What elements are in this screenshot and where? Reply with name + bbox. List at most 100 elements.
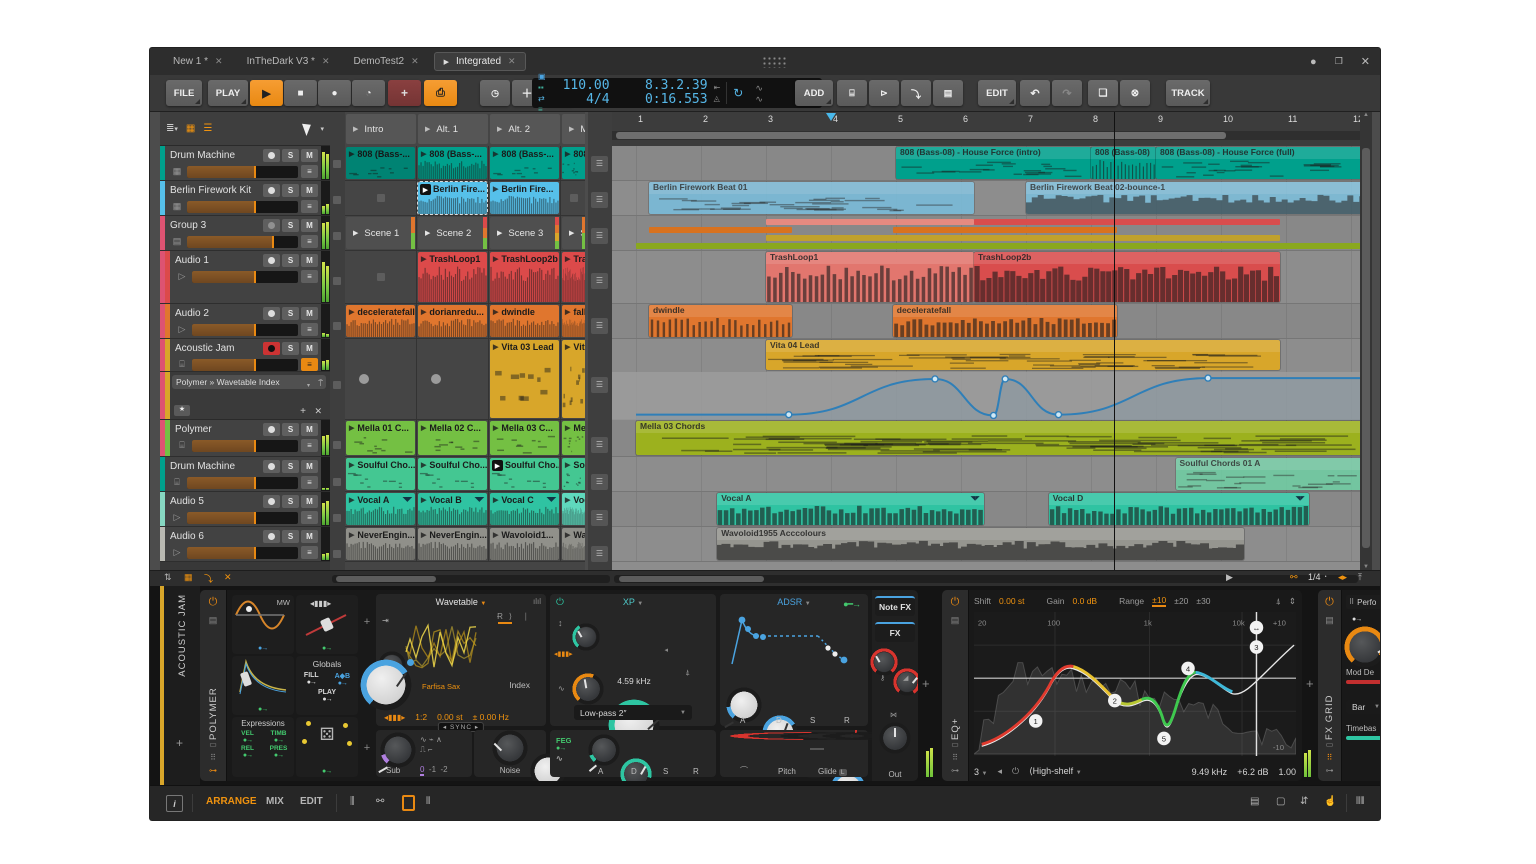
arranger-lane-audio-5[interactable]: Vocal A◥◤Vocal D◥◤ bbox=[612, 492, 1360, 527]
clip-slot[interactable]: ▶Mella 03 C... bbox=[489, 420, 561, 456]
volume-fader[interactable] bbox=[192, 359, 298, 371]
project-tab-integrated[interactable]: ▶Integrated✕ bbox=[434, 52, 526, 71]
info-button[interactable]: i bbox=[166, 795, 183, 812]
device-mod-icon[interactable]: ⊶ bbox=[209, 766, 217, 775]
scene-options-button[interactable]: ☰ bbox=[591, 437, 608, 453]
clip-slot[interactable]: Soulful Cho...▶ bbox=[489, 457, 561, 491]
group-scene-cell[interactable]: ▶Scene 3 bbox=[490, 217, 559, 249]
device-name[interactable]: POLYMER bbox=[208, 634, 219, 740]
groove-icons[interactable]: ∿∿ bbox=[749, 84, 769, 103]
device-grid-icon[interactable]: ⠿ bbox=[952, 753, 958, 762]
follow-playhead-icon[interactable]: ▶ bbox=[1226, 572, 1233, 583]
track-height-icon[interactable]: ⇅ bbox=[164, 572, 172, 583]
launcher-clip[interactable]: ▶Berlin Fire... bbox=[490, 182, 559, 214]
track-header-audio-6[interactable]: Audio 6SM▷≡ bbox=[160, 527, 330, 562]
tab-arrange[interactable]: ARRANGE bbox=[206, 796, 257, 807]
mute-button[interactable]: M bbox=[301, 423, 318, 436]
feg-a-knob[interactable] bbox=[592, 738, 616, 762]
track-stop-button[interactable] bbox=[333, 196, 341, 204]
grid-view-icon[interactable]: ▦ bbox=[186, 123, 195, 134]
filter-type-label[interactable]: XP bbox=[623, 597, 635, 607]
timebase-select[interactable]: Bar▼ bbox=[1346, 700, 1380, 714]
solo-button[interactable]: S bbox=[282, 254, 299, 267]
launcher-clip[interactable]: ▶Wavo bbox=[562, 528, 585, 560]
mute-button[interactable]: M bbox=[301, 254, 318, 267]
volume-fader[interactable] bbox=[187, 166, 298, 178]
arranger-clip-vocal-d[interactable]: Vocal D◥◤ bbox=[1049, 493, 1309, 525]
mod-arrow-icon[interactable]: ●→ bbox=[232, 737, 263, 744]
solo-button[interactable]: S bbox=[282, 342, 299, 355]
clip-slot[interactable]: Berlin Fire...▶ bbox=[417, 181, 489, 215]
automation-write-button[interactable]: ◷ bbox=[480, 80, 510, 106]
clip-slot[interactable]: ▶808 (Bass-... bbox=[489, 146, 561, 180]
launcher-clip[interactable]: ▶808 (Bass-... bbox=[418, 147, 487, 179]
volume-fader[interactable] bbox=[187, 201, 298, 213]
scene-options-button[interactable]: ☰ bbox=[591, 228, 608, 244]
solo-button[interactable]: S bbox=[282, 495, 299, 508]
arranger-clip-trashloop1[interactable]: TrashLoop1 bbox=[766, 252, 974, 302]
launcher-clip[interactable]: ▶NeverEngin... bbox=[418, 528, 487, 560]
solo-button[interactable]: S bbox=[282, 307, 299, 320]
scene-play-icon[interactable]: ▶ bbox=[569, 229, 574, 237]
mod-expressions-cell[interactable]: Expressions VEL●→ TIMB●→ REL●→ PRES●→ bbox=[232, 717, 294, 777]
clip-slot[interactable]: ▶TrashLoop1 bbox=[417, 251, 489, 303]
device-preset-icon[interactable]: ▤ bbox=[951, 615, 960, 626]
arranger-clip-808-bass-08-house-force-full-[interactable]: 808 (Bass-08) - House Force (full) bbox=[1156, 147, 1360, 179]
device-name[interactable]: FX GRID bbox=[1324, 634, 1335, 740]
arranger-lane-audio-1[interactable]: TrashLoop1TrashLoop2b bbox=[612, 251, 1360, 304]
slot-record-button[interactable] bbox=[431, 374, 441, 384]
inspector-panel-icon[interactable]: ▢ bbox=[1276, 796, 1285, 807]
scene-options-button[interactable]: ☰ bbox=[591, 546, 608, 562]
launcher-clip[interactable]: ▶Trash bbox=[562, 252, 585, 302]
mod-arrow-icon[interactable]: ●━→ bbox=[843, 599, 860, 610]
zoom-fit-icon[interactable]: ⤒ bbox=[1358, 572, 1362, 583]
arranger-zoom-strip[interactable] bbox=[612, 131, 1360, 140]
device-grid-icon[interactable]: ⠿ bbox=[1327, 753, 1333, 762]
arranger-lane-polymer[interactable]: Mella 03 Chords bbox=[612, 420, 1360, 457]
track-stop-button[interactable] bbox=[333, 381, 341, 389]
tab-close-icon[interactable]: ✕ bbox=[508, 56, 516, 67]
clip-slot[interactable]: ▶Vita 03 Lead bbox=[489, 339, 561, 419]
spectrum-icon[interactable]: ılıl bbox=[533, 597, 541, 606]
record-arm-button[interactable] bbox=[263, 149, 280, 162]
mod-arrow-icon[interactable]: ●→ bbox=[258, 645, 267, 652]
arranger-clip-dwindle[interactable]: dwindle bbox=[649, 305, 792, 337]
volume-fader[interactable] bbox=[187, 477, 298, 489]
range-20[interactable]: ±20 bbox=[1174, 596, 1188, 606]
track-header-polymer[interactable]: PolymerSM⌸≡ bbox=[160, 420, 330, 457]
play-start-marker[interactable] bbox=[826, 113, 836, 121]
launcher-clip[interactable]: ▶NeverEngin... bbox=[346, 528, 415, 560]
mod-depth-knob[interactable] bbox=[1348, 630, 1380, 664]
launcher-clip[interactable]: ▶deceleratefall bbox=[346, 305, 415, 337]
solo-button[interactable]: S bbox=[282, 184, 299, 197]
volume-fader[interactable] bbox=[187, 512, 298, 524]
mod-random-cell[interactable]: ⚄ ●→ bbox=[296, 717, 358, 777]
solo-button[interactable]: S bbox=[282, 149, 299, 162]
punch-record-button[interactable]: ⎙ bbox=[424, 80, 457, 106]
launcher-clip[interactable]: ▶fallon bbox=[562, 305, 585, 337]
arranger-clip-wavoloid1955-acccolours[interactable]: Wavoloid1955 Acccolours bbox=[717, 528, 1244, 560]
record-button[interactable]: ● bbox=[318, 80, 351, 106]
tool-dropdown-icon[interactable]: ▾ bbox=[320, 125, 324, 133]
scene-options-button[interactable]: ☰ bbox=[591, 377, 608, 393]
launcher-clip[interactable]: ▶Soulful Cho... bbox=[418, 458, 487, 490]
follow-link-icon[interactable]: ⚯ bbox=[376, 796, 384, 807]
tap-tempo-button[interactable]: ◔ bbox=[352, 80, 385, 106]
mod-keytrack-cell[interactable]: ◂▮▮▮▸ ●→ bbox=[296, 595, 358, 654]
arranger-lane-audio-2[interactable]: dwindledeceleratefall bbox=[612, 304, 1360, 339]
solo-button[interactable]: S bbox=[282, 460, 299, 473]
scene-options-button[interactable]: ☰ bbox=[591, 273, 608, 289]
scene-header-intro[interactable]: ▶Intro bbox=[346, 114, 416, 144]
filter-spread-icon[interactable]: ↕ bbox=[558, 618, 563, 628]
add-menu-button[interactable]: ADD bbox=[795, 80, 833, 106]
arranger-lane-acoustic-jam[interactable]: Vita 04 Lead bbox=[612, 339, 1360, 420]
group-scene-cell[interactable]: ▶Scen bbox=[562, 217, 585, 249]
scene-header-alt-2[interactable]: ▶Alt. 2 bbox=[490, 114, 560, 144]
env-a-knob[interactable] bbox=[730, 691, 758, 719]
range-30[interactable]: ±30 bbox=[1196, 596, 1210, 606]
launcher-hscrollbar[interactable] bbox=[332, 575, 610, 583]
index-mode-icons[interactable]: Ɍ⟩⎹ bbox=[497, 612, 532, 622]
launcher-clip[interactable]: ▶dwindle bbox=[490, 305, 559, 337]
clip-slot[interactable] bbox=[345, 181, 417, 215]
mod-arrow-icon[interactable]: ●→ bbox=[304, 679, 319, 686]
